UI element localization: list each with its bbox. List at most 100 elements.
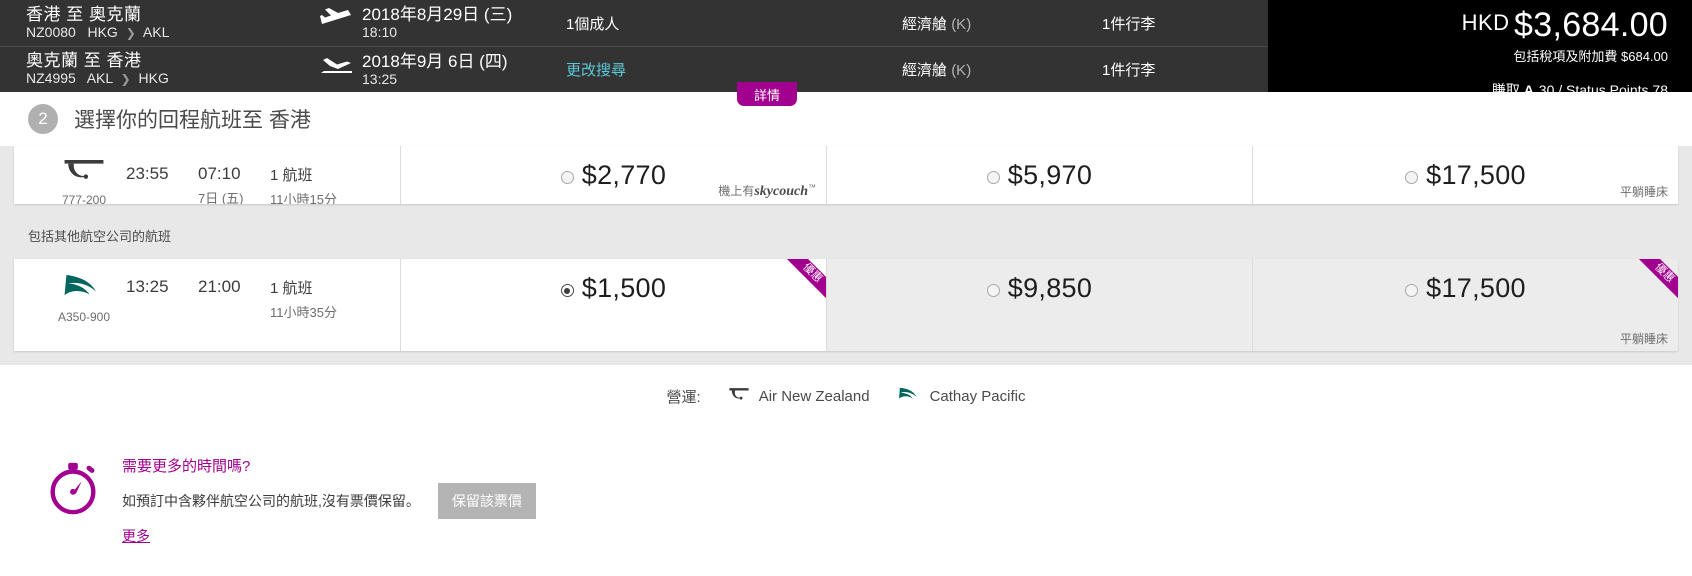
- operated-by-label: 營運:: [666, 388, 701, 406]
- inbound-flight-number: NZ4995: [26, 70, 76, 86]
- promo-ribbon-label: 優惠: [786, 259, 826, 299]
- inbound-date: 2018年9月 6日 (四): [362, 51, 508, 71]
- outbound-cabin: 經濟艙: [902, 15, 948, 33]
- fare-radio-premium[interactable]: [986, 284, 1000, 297]
- flight-times: 13:25 21:00 1 航班 11小時35分: [126, 267, 337, 351]
- outbound-route: 香港 至 奧克蘭 NZ0080 HKG ❯ AKL: [26, 5, 316, 42]
- legend-entry-cathay-pacific: Cathay Pacific: [896, 385, 1026, 407]
- fare-radio-economy[interactable]: [560, 171, 574, 184]
- inbound-destination: HKG: [138, 70, 169, 86]
- fare-radio-premium[interactable]: [986, 171, 1000, 184]
- stops-count: 1 航班: [270, 167, 313, 184]
- outbound-cabin-cell: 經濟艙 (K): [902, 13, 1102, 34]
- outbound-origin: HKG: [87, 23, 118, 40]
- plane-depart-icon: [320, 7, 354, 29]
- flight-results: 777-200 23:55 07:10 7日 (五) 1 航班 11小時15分 …: [0, 146, 1692, 365]
- hold-fare-notice: 需要更多的時間嗎? 如預訂中含夥伴航空公司的航班,沒有票價保留。 保留該票價 更…: [0, 427, 1692, 546]
- depart-time: 23:55: [126, 164, 169, 183]
- airline-logo-air-new-zealand-icon: [727, 386, 751, 407]
- promo-ribbon-economy: 優惠: [786, 259, 826, 299]
- notice-text: 如預訂中含夥伴航空公司的航班,沒有票價保留。: [122, 493, 420, 509]
- flight-row-air-new-zealand[interactable]: 777-200 23:55 07:10 7日 (五) 1 航班 11小時15分 …: [14, 146, 1678, 204]
- fare-cell-economy[interactable]: $2,770 機上有skycouch™: [400, 146, 826, 204]
- inbound-cabin-cell: 經濟艙 (K): [902, 59, 1102, 80]
- inbound-baggage-cell: 1件行李: [1102, 59, 1262, 80]
- chevron-right-icon: ❯: [120, 72, 131, 86]
- inbound-time: 13:25: [362, 70, 398, 87]
- fare-price-economy: $1,500: [581, 273, 667, 303]
- inbound-baggage: 1件行李: [1102, 62, 1156, 79]
- price-amount: $3,684.00: [1514, 6, 1668, 44]
- aircraft-type: 777-200: [61, 193, 107, 204]
- lieflat-note: 平躺睡床: [1619, 185, 1668, 199]
- outbound-route-title: 香港 至 奧克蘭: [26, 4, 142, 24]
- stopwatch-icon: [44, 455, 104, 522]
- plane-arrive-icon: [320, 54, 354, 76]
- fare-price-economy: $2,770: [581, 160, 667, 190]
- step-2-header: 2 選擇你的回程航班至 香港: [0, 92, 1692, 146]
- details-toggle-button[interactable]: 詳情: [737, 82, 797, 106]
- arrive-time-cell: 21:00: [198, 277, 270, 351]
- fare-cell-economy[interactable]: $1,500 優惠: [400, 259, 826, 351]
- fare-radio-economy[interactable]: [560, 284, 574, 297]
- inbound-date-cell: 2018年9月 6日 (四) 13:25: [316, 52, 566, 88]
- earn-prefix: 賺取: [1491, 82, 1520, 98]
- flight-row-cathay-pacific[interactable]: A350-900 13:25 21:00 1 航班 11小時35分 $1,500…: [14, 259, 1678, 351]
- price-tax-note: 包括稅項及附加費 $684.00: [1513, 49, 1668, 64]
- outbound-date: 2018年8月29日 (三): [362, 5, 513, 24]
- notice-line: 如預訂中含夥伴航空公司的航班,沒有票價保留。 保留該票價: [122, 483, 536, 519]
- notice-body: 需要更多的時間嗎? 如預訂中含夥伴航空公司的航班,沒有票價保留。 保留該票價 更…: [104, 455, 536, 546]
- inbound-cabin: 經濟艙: [902, 62, 948, 79]
- hold-fare-button[interactable]: 保留該票價: [437, 483, 536, 519]
- inbound-route: 奧克蘭 至 香港 NZ4995 AKL ❯ HKG: [26, 51, 316, 88]
- skycouch-brand: skycouch: [754, 184, 808, 199]
- outbound-cabin-code: (K): [951, 15, 972, 33]
- arrive-time-cell: 07:10 7日 (五): [198, 164, 270, 204]
- earn-value: 30 / Status Points 78: [1538, 82, 1668, 98]
- fare-price-premium: $9,850: [1007, 273, 1093, 303]
- inbound-route-title: 奧克蘭 至 香港: [26, 51, 142, 70]
- fare-radio-business[interactable]: [1405, 284, 1419, 297]
- depart-time: 13:25: [126, 277, 169, 296]
- outbound-flight-number: NZ0080: [26, 23, 76, 40]
- fare-cell-premium[interactable]: $9,850: [826, 259, 1252, 351]
- total-price-panel: HKD $3,684.00 包括稅項及附加費 $684.00 賺取 A 30 /…: [1268, 0, 1692, 98]
- skycouch-note: 機上有skycouch™: [718, 182, 816, 200]
- fare-cell-business[interactable]: $17,500 平躺睡床 優惠: [1252, 259, 1678, 351]
- stops-count: 1 航班: [270, 280, 313, 297]
- fare-cell-business[interactable]: $17,500 平躺睡床: [1252, 146, 1678, 204]
- koru-icon: A: [1523, 82, 1535, 98]
- outbound-baggage: 1件行李: [1102, 15, 1156, 33]
- page-title: 選擇你的回程航班至 香港: [74, 109, 311, 132]
- arrive-time: 21:00: [198, 277, 241, 296]
- inbound-origin: AKL: [86, 70, 113, 86]
- more-link[interactable]: 更多: [122, 526, 150, 546]
- outbound-date-cell: 2018年8月29日 (三) 18:10: [316, 5, 566, 41]
- stops-cell: 1 航班 11小時15分: [270, 164, 337, 204]
- fare-price-business: $17,500: [1426, 160, 1526, 190]
- inbound-route-sub: NZ4995 AKL ❯ HKG: [26, 70, 316, 88]
- legend-label-cathay-pacific: Cathay Pacific: [929, 387, 1026, 405]
- stops-cell: 1 航班 11小時35分: [270, 277, 337, 351]
- earn-points-note: 賺取 A 30 / Status Points 78: [1268, 80, 1668, 100]
- fare-price-premium: $5,970: [1007, 160, 1093, 190]
- step-number-badge: 2: [28, 104, 58, 134]
- change-search-link[interactable]: 更改搜尋: [566, 62, 626, 79]
- arrive-day: 7日 (五): [198, 191, 244, 204]
- outbound-route-sub: NZ0080 HKG ❯ AKL: [26, 24, 316, 42]
- airline-logo-cathay-pacific: A350-900: [42, 267, 126, 351]
- flight-info-cell: A350-900 13:25 21:00 1 航班 11小時35分: [14, 259, 400, 351]
- aircraft-type: A350-900: [57, 310, 111, 324]
- flight-info-cell: 777-200 23:55 07:10 7日 (五) 1 航班 11小時15分: [14, 146, 400, 204]
- fare-cell-premium[interactable]: $5,970: [826, 146, 1252, 204]
- inbound-cabin-code: (K): [951, 62, 972, 79]
- outbound-time: 18:10: [362, 24, 398, 40]
- airline-logo-air-new-zealand: 777-200: [42, 154, 126, 204]
- airline-logo-cathay-pacific-icon: [896, 385, 922, 407]
- arrive-time: 07:10: [198, 164, 241, 183]
- skycouch-note-prefix: 機上有: [718, 184, 755, 198]
- legend-label-air-new-zealand: Air New Zealand: [758, 387, 870, 405]
- fare-radio-business[interactable]: [1405, 171, 1419, 184]
- promo-ribbon-label: 優惠: [1638, 259, 1678, 299]
- notice-title: 需要更多的時間嗎?: [122, 458, 251, 475]
